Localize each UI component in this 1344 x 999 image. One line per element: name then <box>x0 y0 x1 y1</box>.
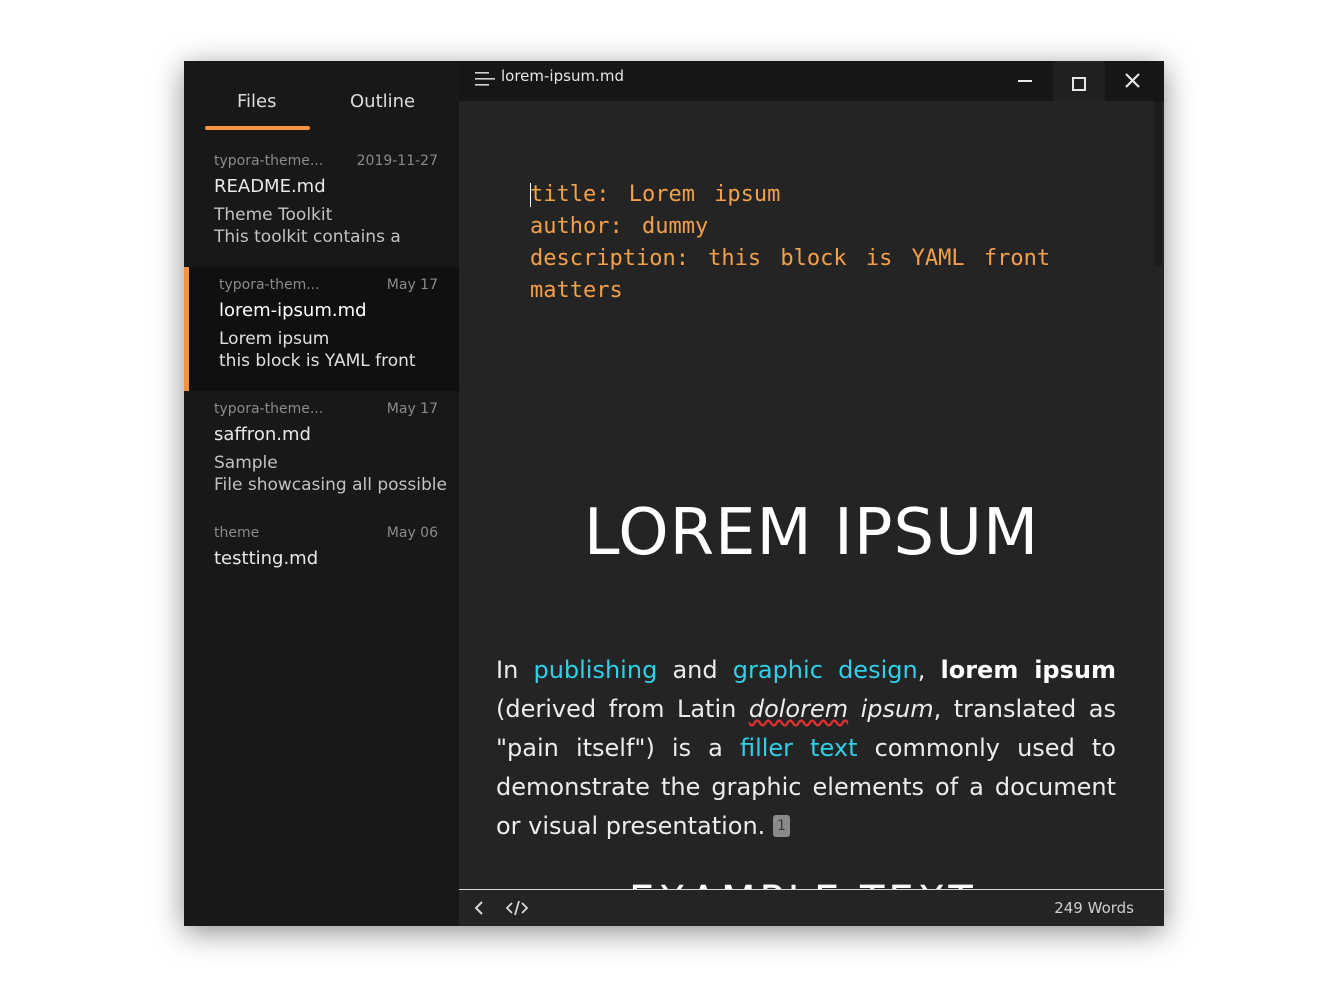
file-excerpt-line: This toolkit contains a <box>214 227 401 247</box>
word-count[interactable]: 249 Words <box>1054 899 1134 917</box>
close-icon <box>1125 73 1140 88</box>
link-text[interactable]: text <box>810 734 857 762</box>
text-run: (derived from Latin <box>496 695 749 723</box>
file-excerpt-line: this block is YAML front <box>219 351 416 371</box>
file-excerpt-line: Lorem ipsum <box>219 329 330 349</box>
link-graphic[interactable]: graphic <box>733 656 823 684</box>
italic-text: ipsum <box>860 695 934 723</box>
minimize-button[interactable] <box>999 61 1051 101</box>
text-run <box>793 734 810 762</box>
italic-text-misspelled: dolorem <box>748 695 849 723</box>
file-date: May 17 <box>386 277 438 293</box>
source-code-icon[interactable] <box>505 898 529 918</box>
heading-example-text: EXAMPLE TEXT <box>629 881 989 889</box>
minimize-icon <box>1018 80 1032 82</box>
editor-content[interactable]: title: Lorem ipsum author: dummy descrip… <box>459 101 1164 889</box>
text-run: and <box>657 656 733 684</box>
sidebar: Files Outline typora-theme... 2019-11-27… <box>184 61 459 926</box>
link-filler[interactable]: filler <box>740 734 793 762</box>
file-folder: theme <box>214 525 260 541</box>
maximize-button[interactable] <box>1053 61 1105 101</box>
title-bar: lorem-ipsum.md <box>459 61 1164 101</box>
file-date: May 17 <box>386 401 438 417</box>
file-folder: typora-theme... <box>214 153 324 169</box>
yaml-front-matter[interactable]: title: Lorem ipsum author: dummy descrip… <box>530 179 1090 307</box>
tab-files[interactable]: Files <box>237 91 277 112</box>
active-tab-indicator <box>205 126 310 130</box>
file-date: May 06 <box>386 525 438 541</box>
file-name: testting.md <box>214 548 319 569</box>
text-run: In <box>496 656 534 684</box>
file-name: README.md <box>214 176 326 197</box>
typora-window: Files Outline typora-theme... 2019-11-27… <box>184 61 1164 926</box>
bold-text: lorem ipsum <box>940 656 1116 684</box>
text-cursor <box>530 183 531 207</box>
status-bar: 249 Words <box>459 889 1164 926</box>
maximize-icon <box>1072 77 1086 91</box>
file-item-readme[interactable]: typora-theme... 2019-11-27 README.md The… <box>184 143 459 267</box>
text-run <box>848 695 861 723</box>
text-run <box>823 656 838 684</box>
file-list: typora-theme... 2019-11-27 README.md The… <box>184 143 459 639</box>
file-folder: typora-theme... <box>214 401 324 417</box>
footnote-ref[interactable]: 1 <box>772 815 790 837</box>
body-paragraph[interactable]: In publishing and graphic design, lorem … <box>496 651 1116 846</box>
close-button[interactable] <box>1107 61 1159 101</box>
link-publishing[interactable]: publishing <box>533 656 657 684</box>
text-run: , <box>917 656 941 684</box>
file-item-lorem-ipsum[interactable]: typora-them... May 17 lorem-ipsum.md Lor… <box>184 267 459 391</box>
file-folder: typora-them... <box>219 277 320 293</box>
scrollbar-thumb[interactable] <box>1154 101 1162 266</box>
file-item-testting[interactable]: theme May 06 testting.md <box>184 515 459 639</box>
chevron-left-icon[interactable] <box>471 898 489 918</box>
heading-lorem-ipsum[interactable]: LOREM IPSUM <box>459 496 1164 570</box>
file-excerpt-line: Sample <box>214 453 278 473</box>
heading-example-text-label: EXAMPLE TEXT <box>629 881 989 889</box>
file-item-saffron[interactable]: typora-theme... May 17 saffron.md Sample… <box>184 391 459 515</box>
sidebar-tabs: Files Outline <box>184 61 459 141</box>
file-excerpt-line: Theme Toolkit <box>214 205 333 225</box>
file-name: saffron.md <box>214 424 311 445</box>
link-design[interactable]: design <box>838 656 918 684</box>
document-title: lorem-ipsum.md <box>501 67 624 85</box>
file-excerpt-line: File showcasing all possible <box>214 475 447 495</box>
file-date: 2019-11-27 <box>356 153 438 169</box>
menu-icon[interactable] <box>475 72 495 86</box>
file-name: lorem-ipsum.md <box>219 300 367 321</box>
tab-outline[interactable]: Outline <box>350 91 415 112</box>
